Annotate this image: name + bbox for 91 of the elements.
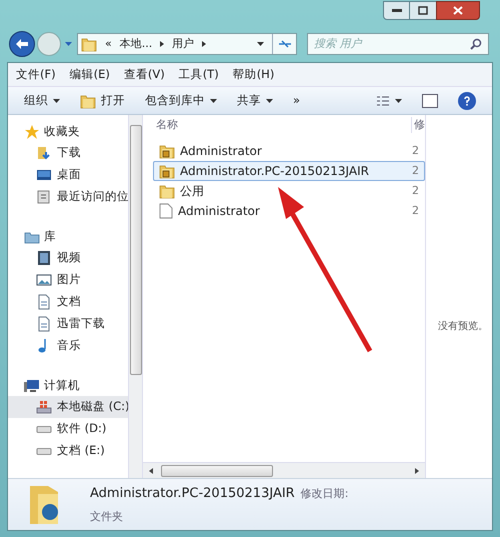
toolbar-button[interactable]: 打开	[80, 92, 125, 110]
file-row[interactable]: 公用 2	[153, 181, 425, 201]
drive-icon	[36, 426, 52, 432]
recent-places-icon	[36, 189, 52, 205]
computer-icon	[24, 378, 40, 394]
nav-item[interactable]: 桌面	[8, 164, 128, 186]
left-arrow-icon	[149, 468, 153, 474]
chevron-icon	[202, 41, 206, 47]
breadcrumb[interactable]: 本地...	[120, 36, 152, 52]
nav-group-title[interactable]: 库	[44, 228, 56, 246]
caret-icon	[64, 42, 72, 46]
column-header[interactable]: 名称	[143, 116, 411, 134]
date-cell-text: 2	[412, 142, 420, 159]
toolbar-button[interactable]: 共享	[237, 92, 273, 110]
file-row[interactable]: Administrator 2	[153, 201, 425, 221]
file-name: Administrator	[179, 143, 263, 160]
file-row[interactable]: Administrator 2	[153, 141, 425, 161]
locked-folder-icon	[159, 143, 175, 159]
search-input[interactable]: 搜索 用户	[314, 36, 470, 52]
menu-item[interactable]: 编辑(E)	[70, 66, 110, 84]
right-arrow-icon	[415, 468, 419, 474]
menu-item[interactable]: 工具(T)	[178, 66, 219, 84]
address-bar[interactable]: « 本地... 用户	[77, 33, 297, 55]
folder-icon	[80, 92, 96, 108]
list-view-icon	[377, 96, 389, 106]
file-name: Administrator.PC-20150213JAIR	[179, 163, 370, 180]
toolbar-button[interactable]: 包含到库中	[145, 92, 217, 110]
help-button[interactable]	[458, 92, 476, 110]
minimize-icon	[392, 9, 402, 12]
details-name: Administrator.PC-20150213JAIR	[90, 485, 295, 503]
file-row[interactable]: Administrator.PC-20150213JAIR 2	[153, 161, 425, 181]
breadcrumb[interactable]: 用户	[172, 36, 194, 52]
date-cell-text: 2	[412, 182, 420, 199]
caret-icon	[210, 98, 217, 102]
column-header[interactable]: 修	[411, 116, 425, 134]
search-field[interactable]: 搜索 用户	[307, 33, 489, 55]
menu-item[interactable]: 查看(V)	[124, 66, 165, 84]
download-folder-icon	[36, 145, 52, 161]
menu-item[interactable]: 文件(F)	[16, 66, 56, 84]
chevron-icon	[160, 41, 164, 47]
search-icon	[470, 38, 482, 50]
preview-pane-button[interactable]	[422, 94, 438, 108]
breadcrumb[interactable]: «	[105, 36, 112, 52]
file-name: 公用	[179, 183, 205, 200]
view-options-button[interactable]	[377, 96, 402, 106]
help-icon	[464, 96, 470, 106]
folder-icon	[81, 36, 97, 52]
desktop-icon	[36, 167, 52, 183]
date-cell-text: 2	[412, 162, 420, 179]
picture-icon	[36, 272, 52, 288]
caret-icon	[395, 98, 402, 102]
menu-item[interactable]: 帮助(H)	[232, 66, 274, 84]
video-icon	[36, 250, 52, 266]
preview-message: 没有预览。	[438, 320, 488, 334]
left-arrow-icon	[16, 39, 28, 49]
maximize-button[interactable]	[410, 1, 436, 20]
back-button[interactable]	[9, 31, 35, 57]
nav-item[interactable]: 文档	[8, 291, 128, 313]
toolbar-button[interactable]: 组织	[24, 92, 60, 110]
close-icon	[453, 6, 463, 15]
document-icon	[36, 294, 52, 310]
details-type: 文件夹	[90, 508, 124, 524]
close-button[interactable]	[436, 1, 480, 20]
nav-group-title[interactable]: 计算机	[44, 376, 80, 394]
system-drive-icon	[36, 399, 52, 415]
scrollbar[interactable]	[128, 115, 143, 478]
date-cell-text: 2	[412, 202, 420, 219]
caret-icon	[53, 98, 60, 102]
nav-item[interactable]: 软件 (D:)	[8, 418, 128, 440]
nav-item[interactable]: 下载	[8, 142, 128, 164]
nav-group-title[interactable]: 收藏夹	[44, 122, 80, 140]
nav-item[interactable]: 视频	[8, 247, 128, 269]
caret-icon	[257, 42, 264, 46]
file-name: Administrator	[177, 203, 261, 220]
document-icon	[159, 203, 173, 219]
nav-item[interactable]: 图片	[8, 269, 128, 291]
locked-folder-icon	[159, 163, 175, 179]
minimize-button[interactable]	[383, 1, 410, 20]
caret-icon	[266, 98, 273, 102]
nav-item[interactable]: 文档 (E:)	[8, 440, 128, 462]
details-label: 修改日期:	[300, 486, 348, 502]
refresh-icon	[278, 39, 292, 49]
nav-item[interactable]: 迅雷下载	[8, 313, 128, 335]
toolbar-button[interactable]: »	[293, 92, 300, 110]
drive-icon	[36, 448, 52, 454]
folder-icon	[159, 183, 175, 199]
star-icon	[24, 124, 40, 140]
nav-item[interactable]: 音乐	[8, 335, 128, 357]
horizontal-scrollbar[interactable]	[143, 462, 425, 478]
document-icon	[36, 316, 52, 332]
maximize-icon	[418, 6, 428, 15]
